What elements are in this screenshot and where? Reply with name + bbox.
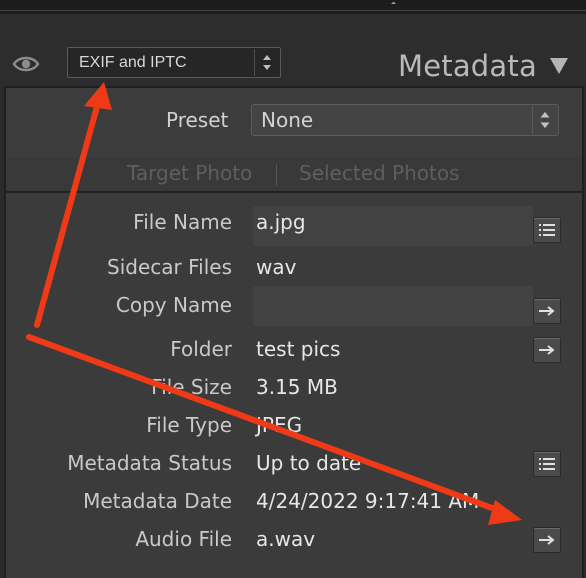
copy-name-label: Copy Name (115, 293, 232, 317)
metadata-panel-header[interactable]: EXIF and IPTC Metadata (0, 14, 586, 86)
folder-label: Folder (170, 337, 232, 361)
file-type-label: File Type (146, 413, 232, 437)
list-icon (539, 224, 555, 236)
panel-title: Metadata (398, 49, 537, 83)
metadata-status-list-button[interactable] (533, 451, 561, 477)
metadata-date-value: 4/24/2022 9:17:41 AM (256, 489, 480, 513)
arrow-right-icon (539, 535, 555, 545)
preset-select[interactable]: None (251, 104, 559, 136)
file-type-value: JPEG (256, 413, 303, 437)
tab-selected-photos[interactable]: Selected Photos (299, 161, 460, 185)
metadata-status-value: Up to date (256, 451, 362, 475)
sidecar-files-label: Sidecar Files (107, 255, 232, 279)
file-name-value: a.jpg (256, 210, 306, 234)
panel-top-edge (0, 0, 586, 14)
file-size-value: 3.15 MB (256, 375, 338, 399)
copy-name-field[interactable] (253, 286, 533, 326)
audio-file-label: Audio File (135, 527, 232, 551)
preset-label: Preset (166, 108, 229, 132)
eye-icon[interactable] (12, 51, 40, 77)
arrow-right-icon (539, 306, 555, 316)
target-tabs: Target Photo Selected Photos (6, 158, 582, 193)
tab-target-photo[interactable]: Target Photo (127, 161, 252, 185)
metadata-date-label: Metadata Date (83, 489, 232, 513)
preset-select-value: None (261, 108, 314, 132)
copy-name-go-button[interactable] (533, 298, 561, 324)
preset-row: Preset None (6, 88, 582, 160)
sidecar-files-value: wav (256, 255, 297, 279)
audio-file-value: a.wav (256, 527, 316, 551)
folder-go-button[interactable] (533, 337, 561, 363)
metadata-panel-body: Preset None Target Photo Selected Photos… (4, 86, 584, 578)
audio-file-go-button[interactable] (533, 527, 561, 553)
up-down-spinner-icon (254, 49, 279, 76)
folder-value: test pics (256, 337, 341, 361)
metadata-status-label: Metadata Status (67, 451, 232, 475)
up-down-spinner-icon (532, 106, 557, 134)
caret-mark (391, 0, 396, 4)
triangle-down-icon[interactable] (547, 56, 571, 76)
list-icon (539, 458, 555, 470)
tab-divider (276, 164, 277, 186)
metadata-view-dropdown[interactable]: EXIF and IPTC (67, 47, 281, 78)
file-name-label: File Name (133, 210, 232, 234)
file-name-list-button[interactable] (533, 217, 561, 243)
arrow-right-icon (539, 345, 555, 355)
file-size-label: File Size (151, 375, 232, 399)
metadata-view-dropdown-value: EXIF and IPTC (79, 54, 187, 71)
